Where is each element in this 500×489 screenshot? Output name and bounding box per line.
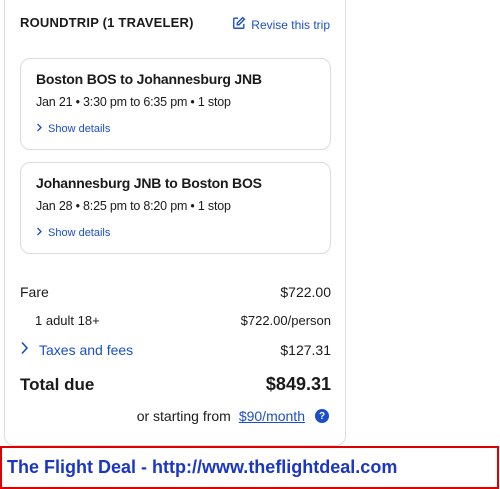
chevron-right-icon	[20, 341, 29, 358]
financing-prefix: or starting from	[136, 408, 231, 424]
leg-route: Johannesburg JNB to Boston BOS	[36, 175, 262, 191]
chevron-right-icon	[36, 123, 43, 135]
revise-trip-label: Revise this trip	[251, 17, 330, 32]
leg-times: Jan 21 • 3:30 pm to 6:35 pm • 1 stop	[36, 95, 231, 109]
adult-label: 1 adult 18+	[35, 313, 100, 328]
leg-route: Boston BOS to Johannesburg JNB	[36, 71, 262, 87]
taxes-row: Taxes and fees $127.31	[20, 341, 331, 358]
total-row: Total due $849.31	[20, 374, 331, 395]
trip-summary-panel: ROUNDTRIP (1 TRAVELER) Revise this trip …	[4, 0, 346, 446]
show-details-label: Show details	[48, 123, 111, 135]
leg-times: Jan 28 • 8:25 pm to 8:20 pm • 1 stop	[36, 199, 231, 213]
trip-title: ROUNDTRIP (1 TRAVELER)	[20, 15, 194, 30]
outbound-leg-card: Boston BOS to Johannesburg JNB Jan 21 • …	[20, 58, 331, 150]
total-label: Total due	[20, 374, 95, 394]
help-icon[interactable]: ?	[315, 409, 329, 423]
banner-text: The Flight Deal - http://www.theflightde…	[7, 457, 398, 477]
total-value: $849.31	[265, 374, 331, 394]
show-details-button[interactable]: Show details	[36, 123, 110, 135]
fare-value: $722.00	[280, 284, 331, 300]
revise-trip-link[interactable]: Revise this trip	[232, 16, 330, 33]
taxes-toggle[interactable]: Taxes and fees	[20, 341, 133, 358]
adult-value: $722.00/person	[240, 313, 331, 328]
return-leg-card: Johannesburg JNB to Boston BOS Jan 28 • …	[20, 162, 331, 254]
show-details-label: Show details	[48, 227, 111, 239]
adult-fare-row: 1 adult 18+ $722.00/person	[20, 313, 331, 328]
financing-offer: or starting from $90/month ?	[137, 408, 329, 424]
edit-icon	[232, 16, 246, 33]
show-details-button[interactable]: Show details	[36, 227, 110, 239]
fare-row: Fare $722.00	[20, 284, 331, 300]
taxes-value: $127.31	[280, 341, 331, 358]
promo-banner: The Flight Deal - http://www.theflightde…	[0, 446, 499, 489]
chevron-right-icon	[36, 227, 43, 239]
fare-label: Fare	[20, 284, 49, 300]
taxes-label: Taxes and fees	[39, 341, 134, 358]
monthly-payment-link[interactable]: $90/month	[239, 408, 305, 424]
